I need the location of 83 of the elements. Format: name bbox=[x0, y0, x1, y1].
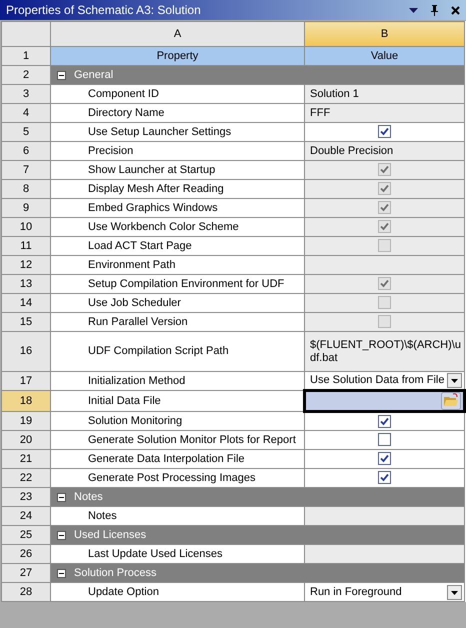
checkbox[interactable] bbox=[378, 125, 391, 138]
row-number[interactable]: 12 bbox=[2, 256, 50, 274]
section-header[interactable]: Notes bbox=[50, 488, 464, 506]
row-number[interactable]: 14 bbox=[2, 294, 50, 312]
value-cell: $(FLUENT_ROOT)\$(ARCH)\udf.bat bbox=[304, 332, 464, 372]
row-number[interactable]: 2 bbox=[2, 66, 50, 84]
row-number[interactable]: 26 bbox=[2, 544, 50, 564]
close-icon[interactable] bbox=[451, 6, 460, 14]
row-number[interactable]: 24 bbox=[2, 506, 50, 526]
property-label: Initial Data File bbox=[88, 394, 161, 406]
section-title: Used Licenses bbox=[74, 528, 146, 542]
row-number[interactable]: 11 bbox=[2, 236, 50, 256]
property-label: Environment Path bbox=[88, 258, 176, 270]
header-cell: Property bbox=[50, 46, 304, 66]
row-number[interactable]: 6 bbox=[2, 142, 50, 160]
file-field[interactable] bbox=[304, 390, 464, 412]
corner-cell bbox=[2, 22, 50, 46]
collapse-icon[interactable] bbox=[57, 492, 66, 502]
collapse-icon[interactable] bbox=[57, 568, 66, 578]
row-number: 1 bbox=[2, 46, 50, 66]
section-header[interactable]: Solution Process bbox=[50, 564, 464, 582]
property-label: Notes bbox=[88, 510, 117, 522]
checkbox[interactable] bbox=[378, 452, 391, 466]
row-number[interactable]: 8 bbox=[2, 180, 50, 198]
column-header[interactable]: A bbox=[50, 22, 304, 46]
row-number[interactable]: 7 bbox=[2, 160, 50, 180]
row-number[interactable]: 27 bbox=[2, 564, 50, 582]
section-header[interactable]: Used Licenses bbox=[50, 526, 464, 544]
section-title: Notes bbox=[74, 490, 103, 504]
property-label: Use Setup Launcher Settings bbox=[88, 126, 232, 138]
row-number[interactable]: 28 bbox=[2, 582, 50, 602]
row-number[interactable]: 4 bbox=[2, 104, 50, 122]
property-label: Last Update Used Licenses bbox=[88, 548, 223, 560]
value-cell: Double Precision bbox=[304, 142, 464, 160]
property-label: Embed Graphics Windows bbox=[88, 202, 218, 214]
row-number[interactable]: 19 bbox=[2, 412, 50, 430]
row-number[interactable]: 25 bbox=[2, 526, 50, 544]
property-label: Initialization Method bbox=[88, 374, 186, 386]
pin-icon[interactable] bbox=[430, 4, 439, 16]
row-number[interactable]: 21 bbox=[2, 450, 50, 468]
property-label: Directory Name bbox=[88, 106, 164, 118]
property-label: Setup Compilation Environment for UDF bbox=[88, 278, 284, 290]
dropdown[interactable]: Run in Foreground bbox=[304, 582, 464, 602]
row-number[interactable]: 20 bbox=[2, 430, 50, 450]
value-cell: FFF bbox=[304, 104, 464, 122]
row-number[interactable]: 3 bbox=[2, 84, 50, 104]
value-cell: Solution 1 bbox=[304, 84, 464, 104]
property-label: Component ID bbox=[88, 88, 159, 100]
row-number[interactable]: 23 bbox=[2, 488, 50, 506]
checkbox[interactable] bbox=[378, 471, 391, 484]
row-number[interactable]: 18 bbox=[2, 390, 50, 412]
property-label: Run Parallel Version bbox=[88, 316, 188, 328]
checkbox[interactable] bbox=[378, 414, 391, 428]
section-title: General bbox=[74, 68, 114, 82]
dropdown-icon[interactable] bbox=[409, 8, 418, 12]
property-label: Update Option bbox=[88, 586, 159, 598]
header-cell: Value bbox=[304, 46, 464, 66]
collapse-icon[interactable] bbox=[57, 530, 66, 540]
property-label: Load ACT Start Page bbox=[88, 240, 192, 252]
property-label: Use Job Scheduler bbox=[88, 296, 181, 308]
property-label: Generate Post Processing Images bbox=[88, 472, 256, 484]
row-number[interactable]: 16 bbox=[2, 332, 50, 372]
row-number[interactable]: 13 bbox=[2, 274, 50, 294]
checkbox[interactable] bbox=[378, 433, 391, 446]
property-label: Generate Data Interpolation File bbox=[88, 452, 245, 464]
row-number[interactable]: 22 bbox=[2, 468, 50, 488]
row-number[interactable]: 5 bbox=[2, 122, 50, 142]
property-label: Solution Monitoring bbox=[88, 414, 182, 426]
collapse-icon[interactable] bbox=[57, 70, 66, 80]
column-header[interactable]: B bbox=[304, 22, 464, 46]
window-title: Properties of Schematic A3: Solution bbox=[6, 4, 201, 16]
row-number[interactable]: 17 bbox=[2, 372, 50, 390]
section-header[interactable]: General bbox=[50, 66, 464, 84]
row-number[interactable]: 15 bbox=[2, 312, 50, 332]
row-number[interactable]: 9 bbox=[2, 198, 50, 218]
section-title: Solution Process bbox=[74, 566, 157, 580]
property-label: Display Mesh After Reading bbox=[88, 182, 224, 194]
property-label: Use Workbench Color Scheme bbox=[88, 220, 239, 232]
property-label: Generate Solution Monitor Plots for Report bbox=[88, 434, 296, 446]
property-label: UDF Compilation Script Path bbox=[88, 345, 229, 357]
property-label: Precision bbox=[88, 144, 134, 156]
property-label: Show Launcher at Startup bbox=[88, 164, 216, 176]
row-number[interactable]: 10 bbox=[2, 218, 50, 236]
